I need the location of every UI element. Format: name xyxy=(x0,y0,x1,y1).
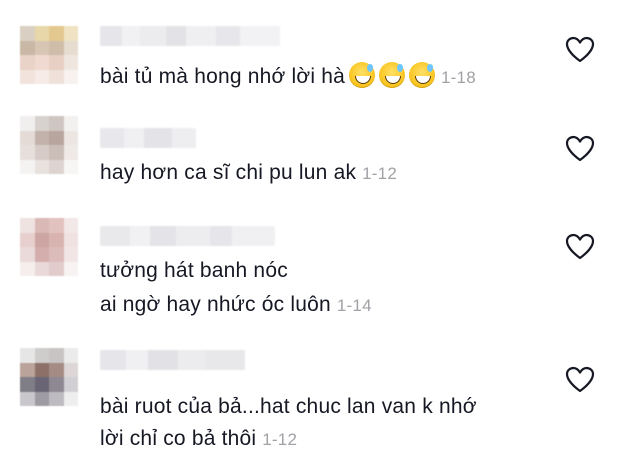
comment-text: tưởng hát banh nóc xyxy=(100,259,288,282)
comment-text-line-2: lời chỉ co bả thôi 1-12 xyxy=(100,427,298,450)
avatar[interactable] xyxy=(20,218,78,276)
username-redacted[interactable] xyxy=(100,128,196,148)
comment-date: 1-12 xyxy=(262,430,298,449)
username-redacted[interactable] xyxy=(100,226,275,246)
comment-text: hay hơn ca sĩ chi pu lun ak 1-12 xyxy=(100,161,397,184)
username-redacted[interactable] xyxy=(100,350,245,370)
sweat-smile-emoji xyxy=(379,62,406,88)
heart-outline-icon[interactable] xyxy=(565,233,595,261)
avatar[interactable] xyxy=(20,26,78,84)
avatar[interactable] xyxy=(20,116,78,174)
heart-outline-icon[interactable] xyxy=(565,366,595,394)
sweat-smile-emoji xyxy=(349,62,376,88)
heart-outline-icon[interactable] xyxy=(565,135,595,163)
avatar[interactable] xyxy=(20,348,78,406)
comment-date: 1-14 xyxy=(336,296,372,315)
username-redacted[interactable] xyxy=(100,26,280,46)
comment-date: 1-12 xyxy=(362,164,397,183)
sweat-smile-emoji xyxy=(409,62,436,88)
comment-date: 1-18 xyxy=(441,68,476,87)
comment-text: bài ruot của bả...hat chuc lan van k nhớ xyxy=(100,395,477,418)
comment-text: bài tủ mà hong nhớ lời hà 1-18 xyxy=(100,62,476,93)
heart-outline-icon[interactable] xyxy=(565,36,595,64)
comment-text-line-2: ai ngờ hay nhức óc luôn 1-14 xyxy=(100,293,372,316)
